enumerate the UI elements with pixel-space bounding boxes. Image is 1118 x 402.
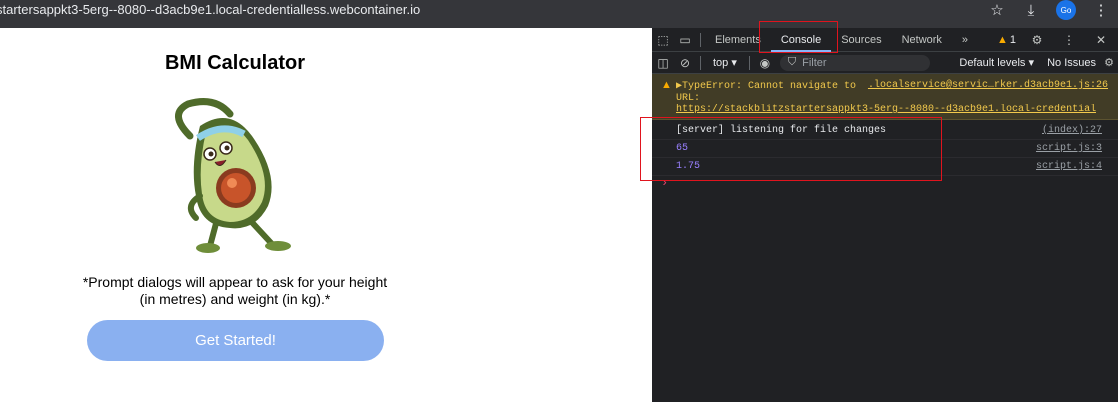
issues-button[interactable]: No Issues: [1047, 52, 1096, 74]
eye-icon[interactable]: ◉: [754, 56, 776, 70]
log-output-highlight: [640, 117, 942, 181]
prompt-note: *Prompt dialogs will appear to ask for y…: [82, 274, 388, 307]
console-warning-message: ▲ ▶TypeError: Cannot navigate to .locals…: [652, 74, 1118, 120]
devtools-actions: ▲ 1 ⚙ ⋮ ✕: [997, 28, 1112, 52]
browser-toolbar: startersappkt3-5erg--8080--d3acb9e1.loca…: [0, 0, 1118, 28]
get-started-button[interactable]: Get Started!: [87, 320, 384, 361]
devtools-panel: ⬚ ▭ Elements Console Sources Network » ▲…: [652, 28, 1118, 402]
console-tab-highlight: [759, 21, 838, 53]
log-levels-dropdown[interactable]: Default levels ▾: [959, 52, 1034, 74]
divider: [700, 32, 701, 47]
tab-network[interactable]: Network: [892, 28, 952, 52]
sidebar-toggle-icon[interactable]: ◫: [652, 56, 674, 70]
filter-placeholder: Filter: [802, 56, 827, 69]
warning-url-label: URL:: [676, 93, 701, 104]
filter-icon: ⛉: [787, 56, 797, 68]
inspect-element-icon[interactable]: ⬚: [652, 33, 674, 47]
profile-icon[interactable]: Go: [1056, 0, 1076, 20]
log-source-link[interactable]: (index):27: [1042, 122, 1102, 140]
page-title: BMI Calculator: [164, 52, 306, 74]
more-tabs-icon[interactable]: »: [952, 28, 978, 52]
more-icon[interactable]: ⋮: [1058, 33, 1080, 47]
device-toolbar-icon[interactable]: ▭: [674, 33, 696, 47]
context-label: top: [713, 56, 729, 69]
star-icon[interactable]: ☆: [988, 1, 1006, 19]
devtools-tabbar: ⬚ ▭ Elements Console Sources Network » ▲…: [652, 28, 1118, 52]
avocado-mascot-image: [175, 98, 291, 253]
clear-console-icon[interactable]: ⊘: [674, 56, 696, 70]
warning-url-link[interactable]: https://stackblitzstartersappkt3-5erg--8…: [676, 104, 1096, 115]
context-select[interactable]: top ▾: [705, 52, 745, 74]
console-toolbar: ◫ ⊘ top ▾ ◉ ⛉ Filter Default levels ▾ No…: [652, 52, 1118, 74]
log-source-link[interactable]: script.js:3: [1036, 140, 1102, 158]
close-icon[interactable]: ✕: [1090, 33, 1112, 47]
warning-count: 1: [1009, 34, 1016, 46]
browser-actions: ☆ ⤓ Go ⋮: [988, 0, 1110, 20]
warning-indicator[interactable]: ▲ 1: [997, 34, 1016, 46]
warning-icon: ▲: [661, 79, 672, 91]
log-source-link[interactable]: script.js:4: [1036, 158, 1102, 176]
console-settings-gear-icon[interactable]: ⚙: [1104, 52, 1114, 74]
download-icon[interactable]: ⤓: [1022, 2, 1040, 19]
web-page: BMI Calculator *Prompt dialogs will appe…: [0, 28, 652, 402]
gear-icon[interactable]: ⚙: [1026, 33, 1048, 47]
divider: [748, 55, 750, 70]
more-icon[interactable]: ⋮: [1092, 1, 1110, 19]
divider: [700, 55, 701, 70]
warning-source-link[interactable]: .localservice@servic…rker.d3acb9e1.js:26: [868, 80, 1108, 91]
url-text: startersappkt3-5erg--8080--d3acb9e1.loca…: [0, 2, 421, 17]
address-bar[interactable]: startersappkt3-5erg--8080--d3acb9e1.loca…: [0, 0, 520, 28]
filter-input[interactable]: ⛉ Filter: [779, 54, 930, 71]
tab-sources[interactable]: Sources: [831, 28, 891, 52]
